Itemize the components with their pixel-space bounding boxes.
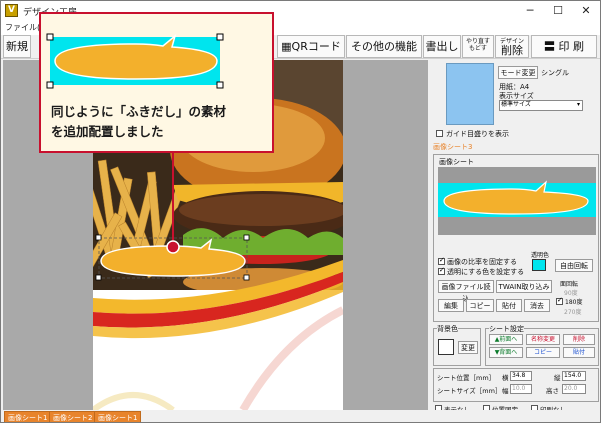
sheet-delete-button[interactable]: 削除 <box>563 334 595 345</box>
free-rotate-button[interactable]: 自由回転 <box>555 259 593 272</box>
sheet-geometry-group: シート位置［mm］ 横 34.8 縦 154.0 シートサイズ［mm］ 幅 10… <box>433 368 599 402</box>
background-change-button[interactable]: 変更 <box>458 341 478 354</box>
side-panel: モード変更 シングル 用紙：A4 表示サイズ 標準サイズ ▾ ガイド目盛りを表示… <box>431 60 600 414</box>
rotate-180-checkbox[interactable] <box>556 296 563 305</box>
copy-button[interactable]: コピー <box>466 299 494 312</box>
transparent-checkbox[interactable] <box>438 266 445 275</box>
erase-button[interactable]: 消去 <box>524 299 550 312</box>
y-label: 縦 <box>554 374 561 382</box>
background-color-label: 背景色 <box>437 324 458 334</box>
mode-value: シングル <box>541 69 569 77</box>
guide-checkbox[interactable] <box>436 130 443 137</box>
display-size-value: 標準サイズ <box>501 101 531 108</box>
h-label: 高さ <box>546 387 559 395</box>
background-color-swatch[interactable] <box>438 339 454 355</box>
tab-image-sheet-3[interactable]: 画像シート1 <box>94 411 142 422</box>
sheet-preview[interactable] <box>438 167 596 235</box>
image-sheet-group: 画像シート 画像の比率を固定する 透明にする色を設定する 透明色 自由回転 画像… <box>433 154 599 322</box>
rename-button[interactable]: 名称変更 <box>526 334 560 345</box>
tab-image-sheet-1[interactable]: 画像シート1 <box>4 411 52 422</box>
transparent-label: 透明にする色を設定する <box>447 268 525 276</box>
sheet-paste-button[interactable]: 貼付 <box>563 347 595 358</box>
rotate-label: 面回転 <box>560 281 579 288</box>
x-label: 横 <box>502 374 509 382</box>
fix-ratio-label: 画像の比率を固定する <box>447 258 517 266</box>
h-input[interactable]: 20.0 <box>562 384 586 394</box>
w-label: 幅 <box>502 387 509 395</box>
callout-line-2: を追加配置しました <box>51 124 164 139</box>
app-window: V デザイン工房 ─ ☐ ✕ ファイル(F) 新規 ▦QRコード その他の機能 … <box>0 0 601 423</box>
chevron-down-icon: ▾ <box>576 101 580 108</box>
position-label: シート位置［mm］ <box>437 374 496 382</box>
callout-text: 同じように「ふきだし」の素材 を追加配置しました <box>51 102 226 142</box>
tab-image-sheet-2[interactable]: 画像シート2 <box>49 411 97 422</box>
paper-preview[interactable] <box>446 63 494 125</box>
transparent-color-swatch[interactable] <box>532 259 546 271</box>
display-size-select[interactable]: 標準サイズ ▾ <box>499 100 583 111</box>
twain-button[interactable]: TWAIN取り込み <box>496 280 552 293</box>
bring-front-button[interactable]: ▲前面へ <box>489 334 523 345</box>
callout-line-1: 同じように「ふきだし」の素材 <box>51 104 227 119</box>
image-load-button[interactable]: 画像ファイル読込 <box>438 280 494 303</box>
callout-bubble-preview <box>46 33 224 89</box>
rotate-180: 180度 <box>565 299 583 306</box>
transparent-color-label: 透明色 <box>531 252 550 259</box>
size-label: シートサイズ［mm］ <box>437 387 502 395</box>
edit-button[interactable]: 編集 <box>438 299 464 312</box>
rotate-90: 90度 <box>564 290 578 297</box>
w-input[interactable]: 10.0 <box>510 384 532 394</box>
sheet-settings-label: シート設定 <box>489 324 524 334</box>
x-input[interactable]: 34.8 <box>510 371 532 381</box>
guide-checkbox-label: ガイド目盛りを表示 <box>446 130 509 138</box>
image-sheet-label: 画像シート <box>439 158 474 166</box>
sheet-copy-button[interactable]: コピー <box>526 347 560 358</box>
sheet-settings-group: シート設定 ▲前面へ ▼背面へ 名称変更 コピー 削除 貼付 <box>485 324 599 366</box>
sheet-tabs: 画像シート1 画像シート2 画像シート1 <box>1 410 600 422</box>
fix-ratio-checkbox[interactable] <box>438 256 445 265</box>
y-input[interactable]: 154.0 <box>562 371 586 381</box>
background-color-group: 背景色 変更 <box>433 324 481 366</box>
sheet-header: 画像シート3 <box>433 143 473 151</box>
send-back-button[interactable]: ▼背面へ <box>489 347 523 358</box>
mode-change-button[interactable]: モード変更 <box>498 66 538 79</box>
instruction-callout: 同じように「ふきだし」の素材 を追加配置しました <box>39 12 274 153</box>
paste-button[interactable]: 貼付 <box>496 299 522 312</box>
rotate-270: 270度 <box>564 309 582 316</box>
